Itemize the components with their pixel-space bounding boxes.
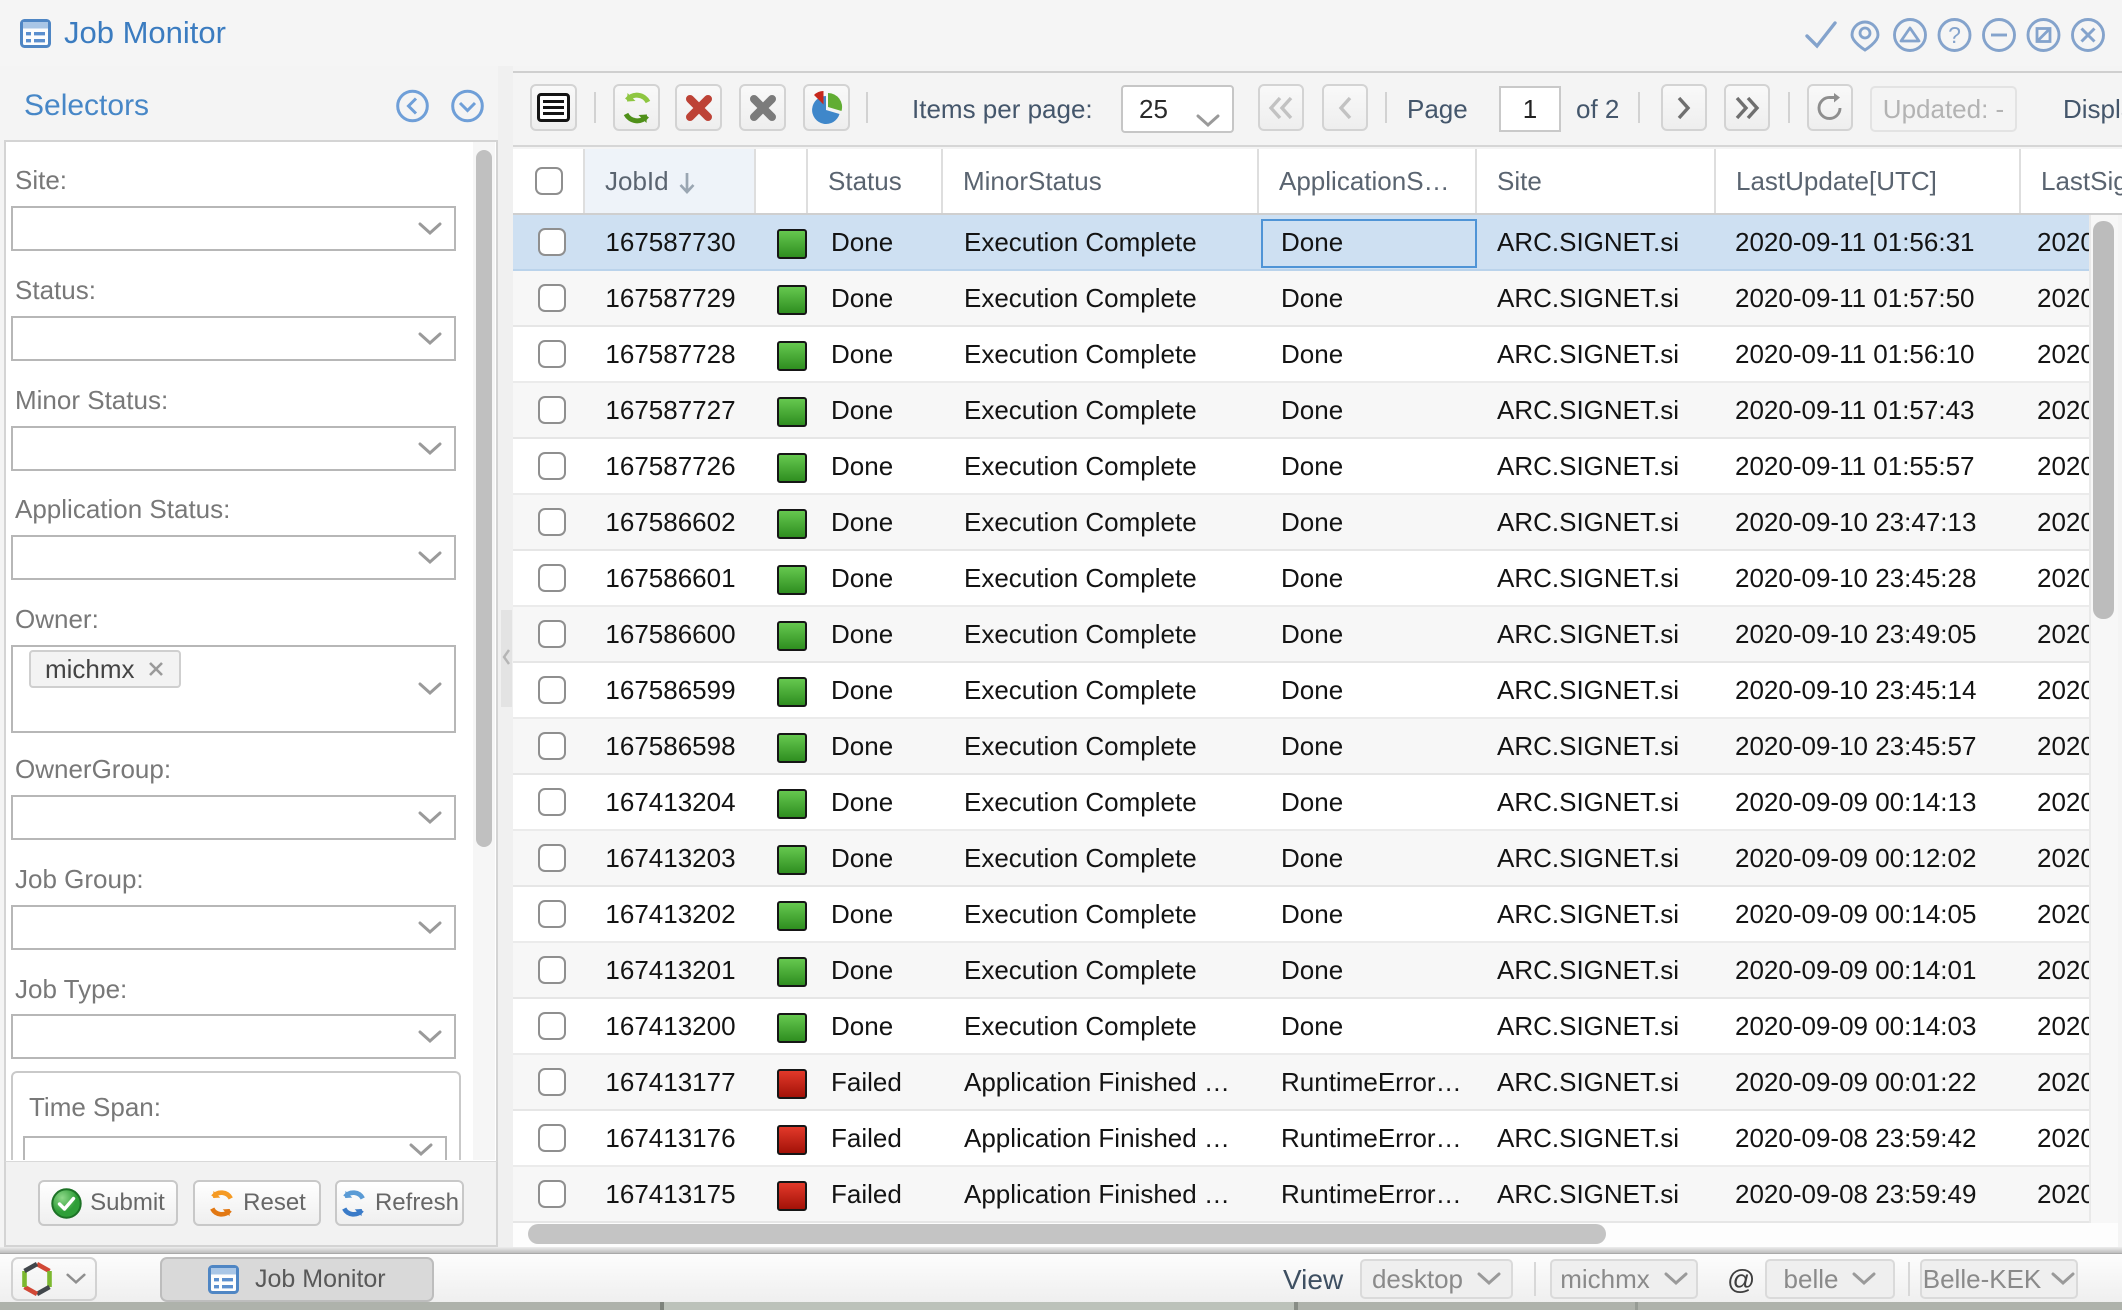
svg-text:?: ? (1948, 22, 1961, 48)
